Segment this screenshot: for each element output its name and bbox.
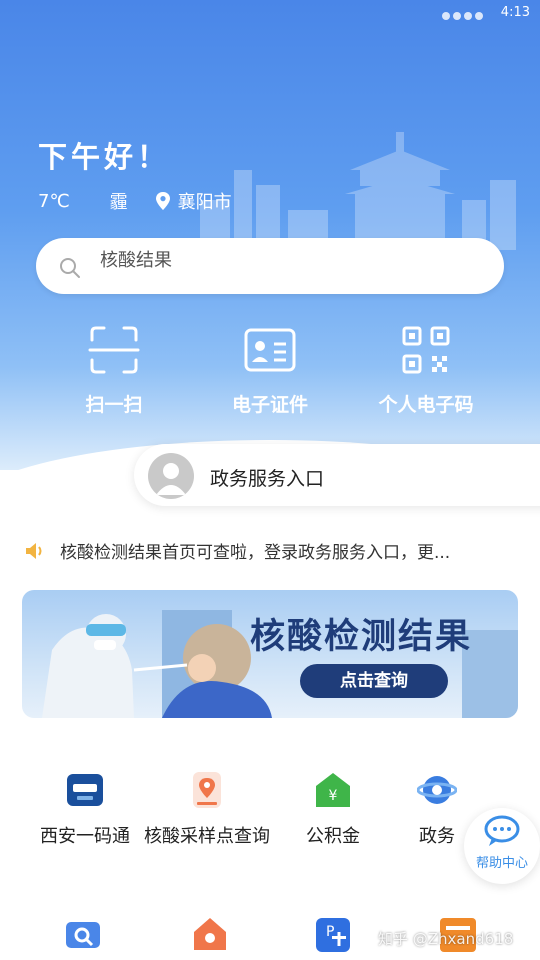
- scan-icon: [88, 326, 140, 374]
- weather-row: 7℃ 霾 襄阳市: [38, 188, 232, 214]
- watermark: 知乎 @Zhxand618: [378, 930, 514, 948]
- search-icon: [60, 258, 80, 278]
- nucleic-acid-banner[interactable]: 核酸检测结果: [22, 590, 518, 718]
- id-query-icon[interactable]: [64, 914, 104, 954]
- help-center-label: 帮助中心: [475, 856, 528, 871]
- status-time: 4:13: [500, 5, 530, 20]
- notice-bar[interactable]: 核酸检测结果首页可查啦，登录政务服务入口，更...: [24, 538, 524, 563]
- status-bar: 4:13: [0, 0, 540, 26]
- scan-button[interactable]: 扫一扫: [44, 322, 184, 417]
- help-center-button[interactable]: 帮助中心: [464, 808, 540, 884]
- service-sampling-point[interactable]: 核酸采样点查询: [142, 770, 272, 850]
- gov-service-entry-button[interactable]: 政务服务入口: [134, 444, 540, 506]
- xian-code-icon: [67, 774, 103, 806]
- housing-fund-icon: ¥: [316, 773, 350, 807]
- search-placeholder: 核酸结果: [100, 250, 172, 271]
- service-xian-code[interactable]: 西安一码通: [20, 770, 150, 850]
- avatar: [148, 453, 194, 499]
- user-avatar-icon: [156, 463, 186, 495]
- temperature: 7℃: [38, 190, 70, 212]
- e-certificate-button[interactable]: 电子证件: [200, 322, 340, 417]
- speaker-icon: [26, 542, 42, 559]
- svg-text:¥: ¥: [329, 788, 338, 804]
- gov-service-entry-label: 政务服务入口: [210, 468, 325, 490]
- notice-text: 核酸检测结果首页可查啦，登录政务服务入口，更...: [60, 543, 451, 563]
- service-label: 核酸采样点查询: [144, 826, 270, 847]
- cityscape-illustration: [200, 132, 516, 250]
- chat-bubble-icon: [484, 815, 520, 846]
- location-city[interactable]: 襄阳市: [178, 188, 232, 214]
- query-button[interactable]: 点击查询: [300, 664, 448, 698]
- search-input[interactable]: 核酸结果: [36, 238, 504, 294]
- banner-title: 核酸检测结果: [250, 617, 473, 657]
- greeting-text: 下午好！: [38, 140, 171, 174]
- id-card-icon: [244, 328, 296, 372]
- scan-label: 扫一扫: [85, 394, 143, 416]
- personal-code-label: 个人电子码: [378, 394, 474, 416]
- parking-icon[interactable]: P: [314, 914, 354, 954]
- e-certificate-label: 电子证件: [231, 394, 308, 416]
- sampling-point-icon: [193, 772, 221, 808]
- weather-condition: 霾: [109, 192, 128, 213]
- status-icons: [442, 9, 488, 20]
- service-label: 西安一码通: [40, 826, 130, 847]
- gov-affairs-icon: [417, 776, 457, 804]
- location-pin-icon: [155, 192, 170, 210]
- house-service-icon[interactable]: [190, 914, 230, 954]
- qr-code-icon: [402, 326, 450, 374]
- personal-code-button[interactable]: 个人电子码: [356, 322, 496, 417]
